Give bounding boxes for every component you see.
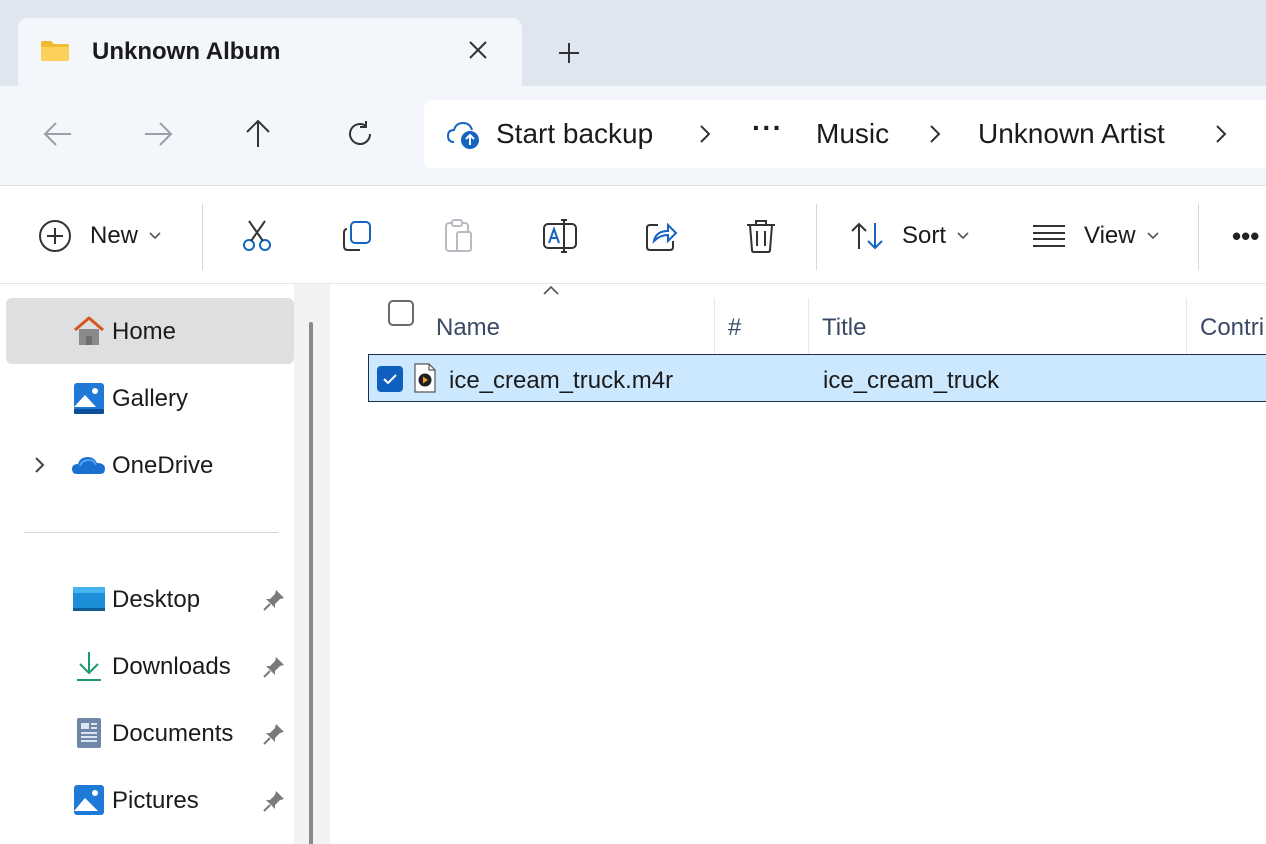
separator bbox=[202, 204, 203, 270]
navigation-bar: Start backup ··· Music Unknown Artist bbox=[0, 86, 1266, 186]
column-header-name[interactable]: Name bbox=[432, 298, 715, 354]
pictures-icon bbox=[74, 785, 104, 815]
address-bar[interactable]: Start backup ··· Music Unknown Artist bbox=[424, 100, 1266, 168]
chevron-right-icon bbox=[35, 457, 45, 473]
arrow-right-icon bbox=[145, 122, 173, 146]
audio-file-icon bbox=[414, 363, 436, 393]
sidebar-item-onedrive[interactable]: OneDrive bbox=[6, 432, 294, 498]
cut-button[interactable] bbox=[240, 214, 274, 258]
sidebar-item-gallery[interactable]: Gallery bbox=[6, 365, 294, 431]
pin-icon[interactable] bbox=[262, 655, 286, 679]
chevron-down-icon bbox=[149, 232, 161, 240]
rename-icon bbox=[543, 219, 577, 253]
sidebar-item-label: Pictures bbox=[112, 787, 199, 814]
arrow-left-icon bbox=[43, 122, 71, 146]
share-button[interactable] bbox=[644, 214, 678, 258]
new-tab-button[interactable] bbox=[550, 34, 588, 72]
divider bbox=[24, 532, 278, 533]
tab-strip: Unknown Album bbox=[0, 0, 1266, 86]
pin-icon[interactable] bbox=[262, 722, 286, 746]
column-header-title[interactable]: Title bbox=[808, 298, 1187, 354]
chevron-right-icon bbox=[700, 125, 711, 143]
chevron-right-icon bbox=[930, 125, 941, 143]
breadcrumb-music[interactable]: Music bbox=[816, 118, 889, 150]
sidebar-item-downloads[interactable]: Downloads bbox=[6, 633, 294, 699]
home-icon bbox=[74, 316, 104, 345]
view-button[interactable]: View bbox=[1032, 214, 1160, 258]
navigation-pane: Home Gallery OneDrive Desktop Downloads … bbox=[0, 284, 330, 844]
sidebar-item-label: Desktop bbox=[112, 586, 201, 613]
separator bbox=[1198, 204, 1199, 270]
sidebar-item-pictures[interactable]: Pictures bbox=[6, 767, 294, 833]
arrow-up-icon bbox=[246, 119, 270, 147]
scissors-icon bbox=[243, 220, 271, 251]
pin-icon[interactable] bbox=[262, 789, 286, 813]
sidebar-item-label: Documents bbox=[112, 720, 234, 747]
plus-icon bbox=[559, 43, 579, 63]
column-header-number[interactable]: # bbox=[714, 298, 809, 354]
row-checkbox[interactable] bbox=[377, 366, 403, 392]
breadcrumb-unknown-artist[interactable]: Unknown Artist bbox=[978, 118, 1165, 150]
sort-icon bbox=[851, 222, 883, 250]
share-icon bbox=[646, 222, 678, 251]
sidebar-item-documents[interactable]: Documents bbox=[6, 700, 294, 766]
rename-button[interactable] bbox=[542, 214, 578, 258]
table-row[interactable]: ice_cream_truck.m4r ice_cream_truck bbox=[368, 354, 1266, 402]
chevron-down-icon bbox=[957, 232, 969, 240]
close-icon bbox=[469, 41, 487, 59]
file-name: ice_cream_truck.m4r bbox=[449, 367, 674, 394]
folder-icon bbox=[41, 41, 69, 61]
new-button[interactable]: New bbox=[38, 214, 162, 258]
copy-button[interactable] bbox=[340, 214, 374, 258]
checkmark-icon bbox=[383, 374, 397, 385]
tab-unknown-album[interactable]: Unknown Album bbox=[18, 18, 522, 86]
plus-circle-icon bbox=[39, 220, 71, 252]
cloud-upload-icon bbox=[446, 121, 479, 149]
sidebar-item-label: Home bbox=[112, 318, 177, 345]
navigation-scrollbar[interactable] bbox=[294, 284, 330, 844]
more-options-button[interactable]: ••• bbox=[1232, 214, 1259, 258]
file-title: ice_cream_truck bbox=[823, 367, 1000, 394]
breadcrumb-more[interactable]: ··· bbox=[752, 112, 783, 144]
close-tab-button[interactable] bbox=[462, 34, 494, 66]
sidebar-item-desktop[interactable]: Desktop bbox=[6, 566, 294, 632]
sort-button[interactable]: Sort bbox=[850, 214, 970, 258]
desktop-icon bbox=[73, 587, 105, 611]
select-all-checkbox[interactable] bbox=[388, 300, 414, 326]
forward-button[interactable] bbox=[138, 114, 178, 154]
file-list: Name # Title Contri ice_cream_truck.m4r … bbox=[332, 284, 1266, 844]
delete-button[interactable] bbox=[744, 214, 778, 258]
pin-icon[interactable] bbox=[262, 588, 286, 612]
sidebar-item-home[interactable]: Home bbox=[6, 298, 294, 364]
command-bar: New Sort View ••• bbox=[0, 186, 1266, 284]
sidebar-item-label: OneDrive bbox=[112, 452, 214, 479]
view-list-icon bbox=[1033, 225, 1065, 247]
sidebar-item-label: Gallery bbox=[112, 385, 189, 412]
tab-title: Unknown Album bbox=[92, 38, 281, 65]
trash-icon bbox=[747, 220, 775, 253]
paste-button[interactable] bbox=[442, 214, 476, 258]
sort-label: Sort bbox=[902, 222, 947, 249]
new-label: New bbox=[90, 222, 139, 249]
scrollbar-thumb[interactable] bbox=[309, 322, 313, 844]
downloads-icon bbox=[77, 652, 101, 681]
column-header-contributing-artists[interactable]: Contri bbox=[1186, 298, 1266, 354]
up-button[interactable] bbox=[238, 114, 278, 154]
back-button[interactable] bbox=[38, 114, 78, 154]
copy-icon bbox=[343, 221, 371, 251]
gallery-icon bbox=[74, 383, 104, 414]
clipboard-icon bbox=[445, 219, 472, 252]
chevron-down-icon bbox=[1147, 232, 1159, 240]
chevron-right-icon bbox=[1216, 125, 1227, 143]
refresh-icon bbox=[349, 121, 371, 145]
separator bbox=[816, 204, 817, 270]
sort-ascending-icon bbox=[543, 285, 559, 295]
documents-icon bbox=[77, 718, 101, 748]
start-backup-link[interactable]: Start backup bbox=[496, 118, 653, 150]
view-label: View bbox=[1084, 222, 1136, 249]
onedrive-icon bbox=[72, 457, 105, 474]
sidebar-item-label: Downloads bbox=[112, 653, 231, 680]
refresh-button[interactable] bbox=[340, 114, 380, 154]
